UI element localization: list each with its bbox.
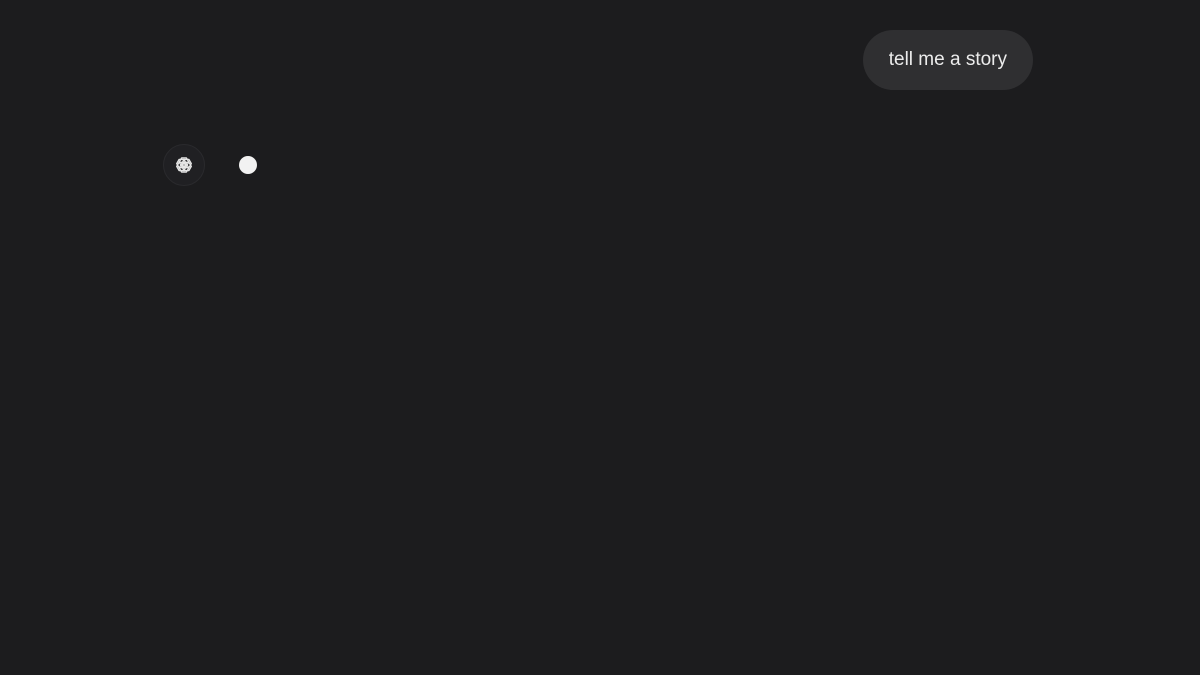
openai-logo-icon <box>176 157 192 173</box>
assistant-message-row <box>163 144 257 186</box>
chat-window: tell me a story <box>0 0 1200 675</box>
assistant-avatar <box>163 144 205 186</box>
user-message-row: tell me a story <box>862 30 1033 90</box>
typing-indicator-dot <box>239 156 257 174</box>
user-message-bubble: tell me a story <box>862 30 1033 90</box>
conversation-area: tell me a story <box>0 0 1200 675</box>
